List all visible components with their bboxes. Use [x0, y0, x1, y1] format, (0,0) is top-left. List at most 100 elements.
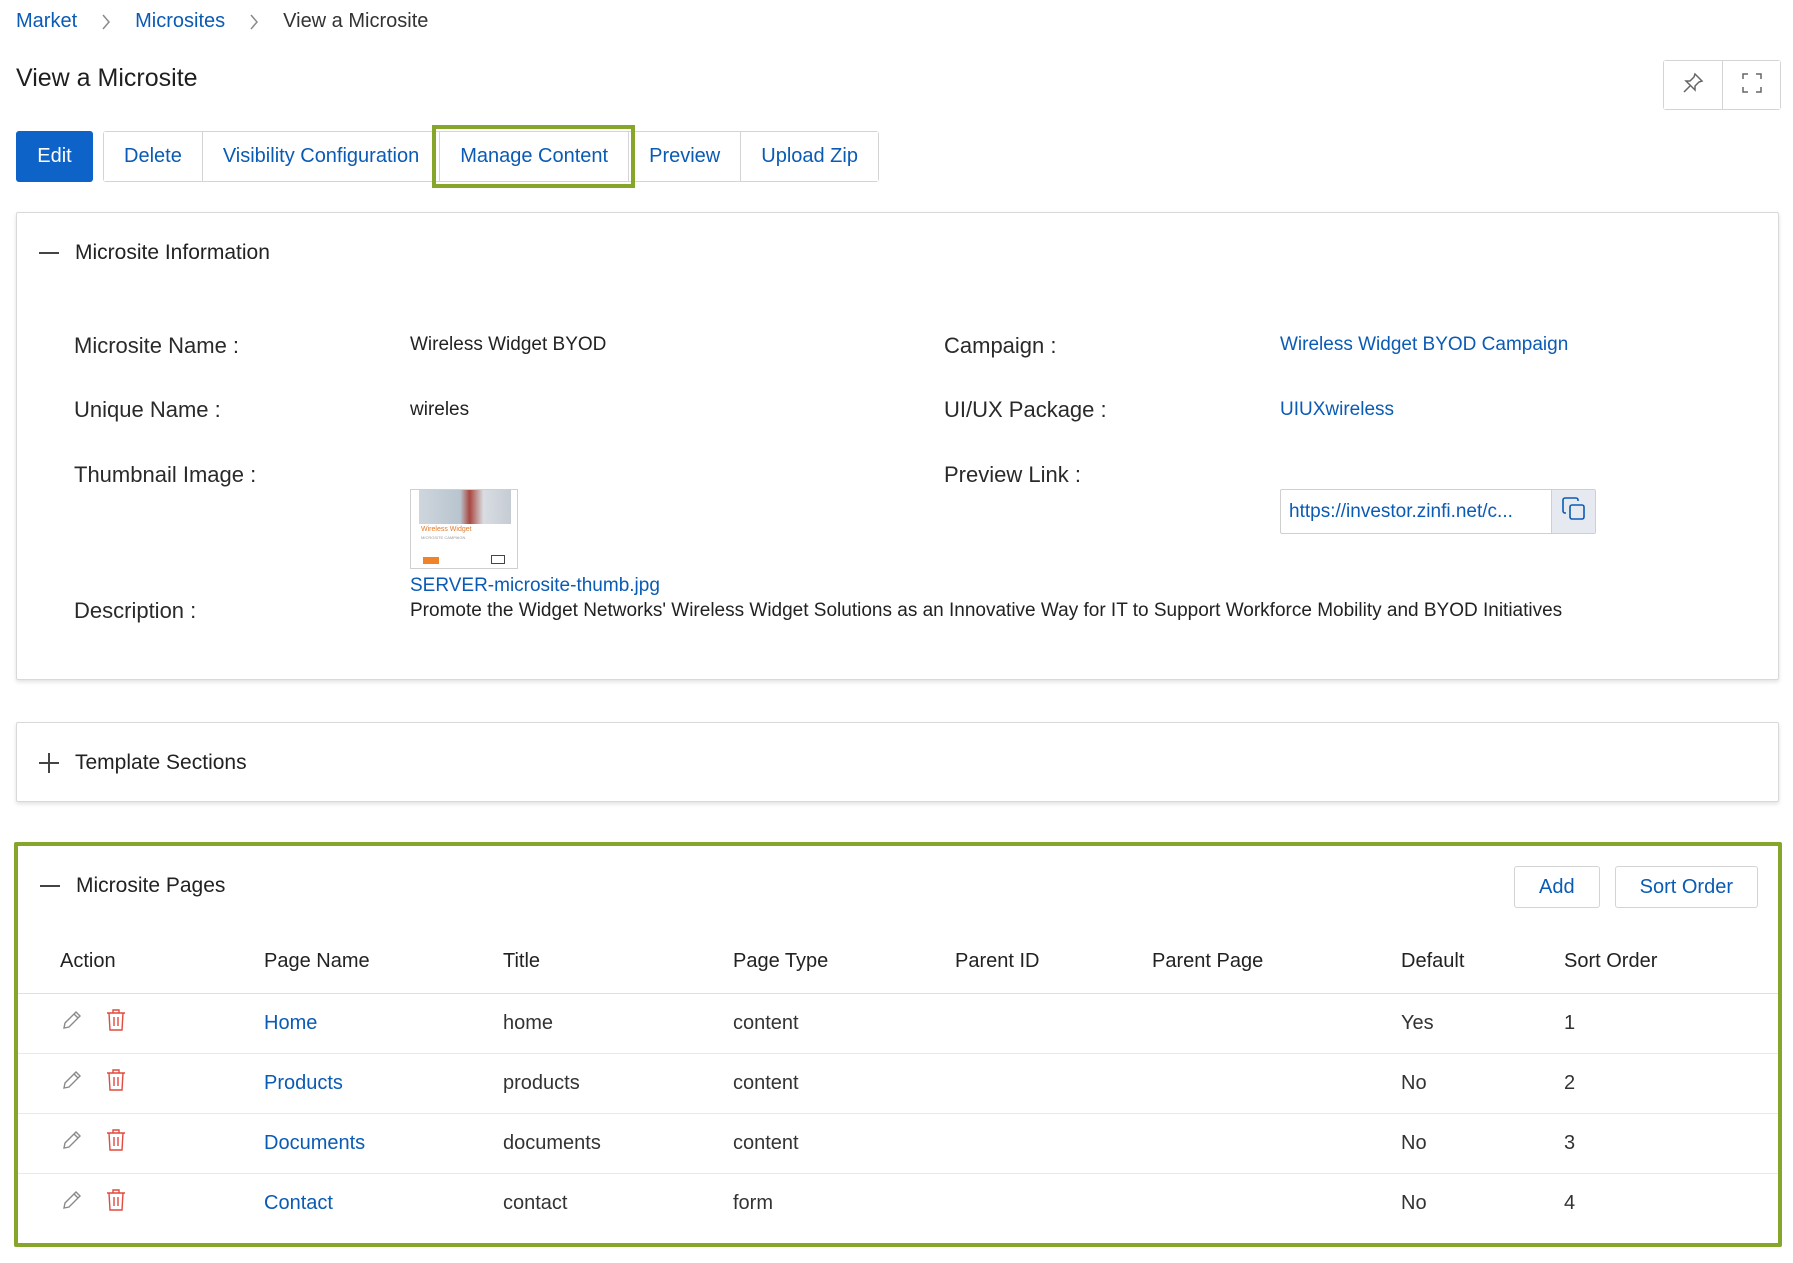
row-actions	[18, 1113, 264, 1174]
description-value: Promote the Widget Networks' Wireless Wi…	[410, 600, 1563, 621]
trash-icon[interactable]	[106, 1009, 126, 1037]
sort-order-button[interactable]: Sort Order	[1614, 866, 1758, 908]
page-title-cell: documents	[503, 1113, 733, 1174]
trash-icon[interactable]	[106, 1189, 126, 1217]
pencil-icon[interactable]	[60, 1128, 84, 1158]
sort-order-cell: 1	[1564, 993, 1778, 1054]
panel-title: Microsite Information	[75, 241, 270, 264]
action-toolbar: Edit Delete Visibility Configuration Man…	[16, 125, 879, 188]
manage-content-button[interactable]: Manage Content	[432, 125, 636, 188]
table-row: Products products content No 2	[18, 1053, 1778, 1114]
row-actions	[18, 1053, 264, 1114]
preview-link-url[interactable]: https://investor.zinfi.net/c...	[1281, 501, 1551, 523]
parent-id-cell	[955, 993, 1152, 1054]
pin-icon	[1682, 72, 1704, 99]
panel-title: Template Sections	[75, 751, 247, 774]
parent-page-cell	[1152, 1173, 1401, 1233]
microsite-pages-panel: Microsite Pages Add Sort Order Action Pa…	[14, 842, 1782, 1247]
add-page-button[interactable]: Add	[1514, 866, 1600, 908]
pages-table: Action Page Name Title Page Type Parent …	[18, 931, 1778, 1233]
page-type-cell: content	[733, 1113, 955, 1174]
parent-id-cell	[955, 1053, 1152, 1114]
chevron-right-icon	[249, 14, 259, 30]
trash-icon[interactable]	[106, 1129, 126, 1157]
microsite-name-label: Microsite Name :	[74, 333, 240, 358]
minus-icon[interactable]	[39, 251, 59, 255]
pencil-icon[interactable]	[60, 1188, 84, 1218]
fullscreen-icon	[1741, 72, 1763, 99]
copy-button[interactable]	[1551, 490, 1595, 533]
thumbnail-image[interactable]: Wireless Widget MICROSITE CAMPAIGN	[410, 489, 518, 569]
parent-id-cell	[955, 1113, 1152, 1174]
unique-name-value: wireles	[410, 399, 470, 420]
copy-icon	[1561, 496, 1587, 527]
microsite-name-value: Wireless Widget BYOD	[410, 334, 607, 355]
plus-icon[interactable]	[39, 753, 59, 773]
thumbnail-file-link[interactable]: SERVER-microsite-thumb.jpg	[410, 575, 660, 597]
column-header-action: Action	[18, 931, 264, 994]
default-cell: Yes	[1401, 993, 1564, 1054]
page-title: View a Microsite	[16, 64, 198, 92]
delete-button[interactable]: Delete	[104, 132, 202, 181]
page-name-link[interactable]: Home	[264, 1012, 317, 1034]
row-actions	[18, 993, 264, 1054]
page-type-cell: content	[733, 993, 955, 1054]
campaign-link[interactable]: Wireless Widget BYOD Campaign	[1280, 334, 1568, 356]
template-sections-panel: Template Sections	[16, 722, 1779, 802]
column-header-page-type: Page Type	[733, 931, 955, 994]
visibility-configuration-button[interactable]: Visibility Configuration	[201, 132, 440, 181]
table-row: Home home content Yes 1	[18, 993, 1778, 1054]
thumbnail-image-label: Thumbnail Image :	[74, 462, 257, 487]
table-row: Contact contact form No 4	[18, 1173, 1778, 1233]
column-header-parent-id: Parent ID	[955, 931, 1152, 994]
page-title-cell: home	[503, 993, 733, 1054]
microsite-information-body: Microsite Name : Wireless Widget BYOD Un…	[17, 293, 1778, 683]
default-cell: No	[1401, 1053, 1564, 1114]
pages-actions: Add Sort Order	[1514, 866, 1758, 908]
column-header-page-name: Page Name	[264, 931, 503, 994]
page-name-link[interactable]: Products	[264, 1072, 343, 1094]
description-label: Description :	[74, 598, 197, 623]
thumbnail-subcaption: MICROSITE CAMPAIGN	[421, 535, 466, 540]
page-name-link[interactable]: Contact	[264, 1192, 333, 1214]
parent-id-cell	[955, 1173, 1152, 1233]
column-header-parent-page: Parent Page	[1152, 931, 1401, 994]
edit-button[interactable]: Edit	[16, 131, 93, 182]
microsite-information-panel: Microsite Information Microsite Name : W…	[16, 212, 1779, 680]
table-header-row: Action Page Name Title Page Type Parent …	[18, 931, 1778, 994]
default-cell: No	[1401, 1191, 1427, 1214]
column-header-sort-order: Sort Order	[1564, 931, 1778, 994]
fullscreen-button[interactable]	[1722, 61, 1780, 109]
breadcrumb-current: View a Microsite	[283, 10, 429, 32]
campaign-label: Campaign :	[944, 333, 1057, 358]
breadcrumb-microsites[interactable]: Microsites	[135, 10, 225, 33]
thumbnail-caption: Wireless Widget	[421, 526, 472, 533]
trash-icon[interactable]	[106, 1069, 126, 1097]
parent-page-cell	[1152, 993, 1401, 1054]
chevron-right-icon	[101, 14, 111, 30]
minus-icon[interactable]	[40, 884, 60, 888]
breadcrumb: Market Microsites View a Microsite	[16, 10, 428, 33]
pin-button[interactable]	[1664, 61, 1722, 109]
sort-order-cell: 4	[1564, 1191, 1576, 1214]
default-cell: No	[1401, 1113, 1564, 1174]
pencil-icon[interactable]	[60, 1008, 84, 1038]
upload-zip-button[interactable]: Upload Zip	[740, 132, 878, 181]
page-name-link[interactable]: Documents	[264, 1132, 365, 1154]
pencil-icon[interactable]	[60, 1068, 84, 1098]
toolbar-button-group: Delete Visibility Configuration Manage C…	[103, 125, 879, 188]
parent-page-cell	[1152, 1113, 1401, 1174]
template-sections-header[interactable]: Template Sections	[17, 723, 1778, 803]
microsite-information-header[interactable]: Microsite Information	[17, 213, 1778, 293]
breadcrumb-market[interactable]: Market	[16, 10, 77, 33]
preview-link-label: Preview Link :	[944, 462, 1081, 487]
row-actions	[18, 1173, 264, 1233]
page-type-cell: content	[733, 1053, 955, 1114]
column-header-title: Title	[503, 931, 733, 994]
page-title-cell: contact	[503, 1191, 568, 1214]
view-actions	[1663, 60, 1781, 110]
table-row: Documents documents content No 3	[18, 1113, 1778, 1174]
preview-button[interactable]: Preview	[628, 132, 741, 181]
uiux-package-link[interactable]: UIUXwireless	[1280, 399, 1394, 421]
sort-order-cell: 3	[1564, 1113, 1778, 1174]
